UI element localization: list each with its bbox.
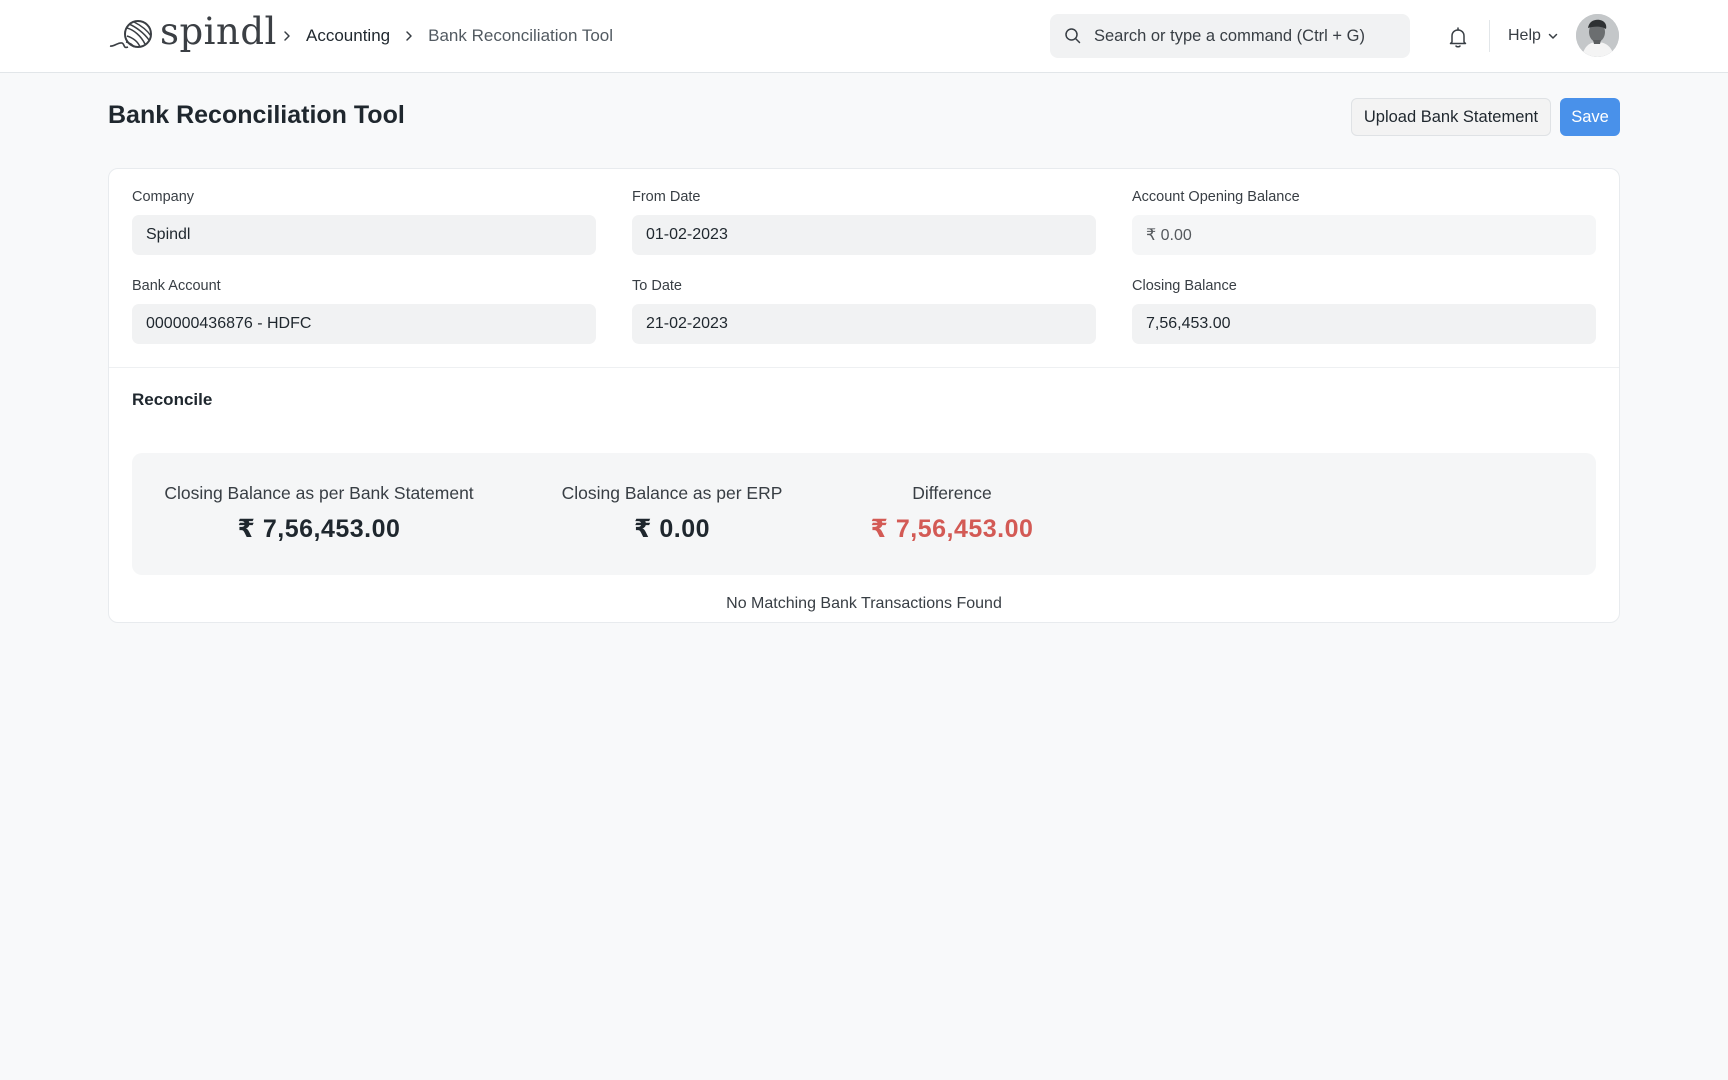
upload-bank-statement-button[interactable]: Upload Bank Statement xyxy=(1351,98,1551,136)
brand-name: spindl xyxy=(160,9,277,53)
search-icon xyxy=(1065,28,1081,44)
closing-balance-field: Closing Balance 7,56,453.00 xyxy=(1132,276,1596,344)
to-date-field: To Date 21-02-2023 xyxy=(632,276,1096,344)
help-dropdown[interactable]: Help xyxy=(1508,25,1559,47)
breadcrumb-accounting[interactable]: Accounting xyxy=(306,26,390,46)
page-title: Bank Reconciliation Tool xyxy=(108,101,405,129)
stat-value: ₹ 7,56,453.00 xyxy=(870,515,1034,543)
bank-statement-balance-stat: Closing Balance as per Bank Statement ₹ … xyxy=(162,483,476,544)
navbar: spindl Accounting Bank Reconciliation To… xyxy=(0,0,1728,73)
awesome-bar[interactable] xyxy=(1050,14,1410,58)
company-input[interactable]: Spindl xyxy=(132,215,596,255)
to-date-input[interactable]: 21-02-2023 xyxy=(632,304,1096,344)
opening-balance-field: Account Opening Balance ₹ 0.00 xyxy=(1132,187,1596,255)
closing-balance-label: Closing Balance xyxy=(1132,278,1237,294)
form-card: Company Spindl From Date 01-02-2023 Acco… xyxy=(108,168,1620,623)
stat-label: Closing Balance as per Bank Statement xyxy=(164,483,474,503)
bank-account-label: Bank Account xyxy=(132,278,221,294)
stat-label: Closing Balance as per ERP xyxy=(561,483,783,503)
save-button[interactable]: Save xyxy=(1560,98,1620,136)
opening-balance-value: ₹ 0.00 xyxy=(1132,215,1596,255)
from-date-input[interactable]: 01-02-2023 xyxy=(632,215,1096,255)
reconcile-summary: Closing Balance as per Bank Statement ₹ … xyxy=(132,453,1596,575)
reconcile-section-title: Reconcile xyxy=(132,390,213,409)
notification-bell-icon[interactable] xyxy=(1446,25,1470,49)
search-input[interactable] xyxy=(1094,26,1394,46)
bank-account-input[interactable]: 000000436876 - HDFC xyxy=(132,304,596,344)
closing-balance-input[interactable]: 7,56,453.00 xyxy=(1132,304,1596,344)
chevron-down-icon xyxy=(1548,33,1558,39)
to-date-label: To Date xyxy=(632,278,682,294)
difference-stat: Difference ₹ 7,56,453.00 xyxy=(852,483,1052,544)
stat-label: Difference xyxy=(912,483,992,503)
breadcrumb-current[interactable]: Bank Reconciliation Tool xyxy=(428,26,613,46)
from-date-label: From Date xyxy=(632,189,701,205)
help-label: Help xyxy=(1508,27,1541,44)
yarn-ball-icon xyxy=(109,20,152,49)
company-label: Company xyxy=(132,189,195,205)
stat-value: ₹ 7,56,453.00 xyxy=(237,515,401,543)
opening-balance-label: Account Opening Balance xyxy=(1132,189,1300,205)
bank-account-field: Bank Account 000000436876 - HDFC xyxy=(132,276,596,344)
section-divider xyxy=(109,367,1619,368)
chevron-right-icon xyxy=(406,31,412,41)
empty-state-message: No Matching Bank Transactions Found xyxy=(726,595,1002,612)
brand-logo[interactable]: spindl xyxy=(108,9,277,54)
user-avatar[interactable] xyxy=(1576,14,1619,57)
company-field: Company Spindl xyxy=(132,187,596,255)
stat-value: ₹ 0.00 xyxy=(634,515,710,543)
user-photo-icon xyxy=(1576,14,1619,57)
navbar-divider xyxy=(1489,20,1490,52)
from-date-field: From Date 01-02-2023 xyxy=(632,187,1096,255)
chevron-right-icon xyxy=(284,31,290,41)
erp-balance-stat: Closing Balance as per ERP ₹ 0.00 xyxy=(552,483,792,544)
breadcrumb: Accounting Bank Reconciliation Tool xyxy=(268,24,613,48)
